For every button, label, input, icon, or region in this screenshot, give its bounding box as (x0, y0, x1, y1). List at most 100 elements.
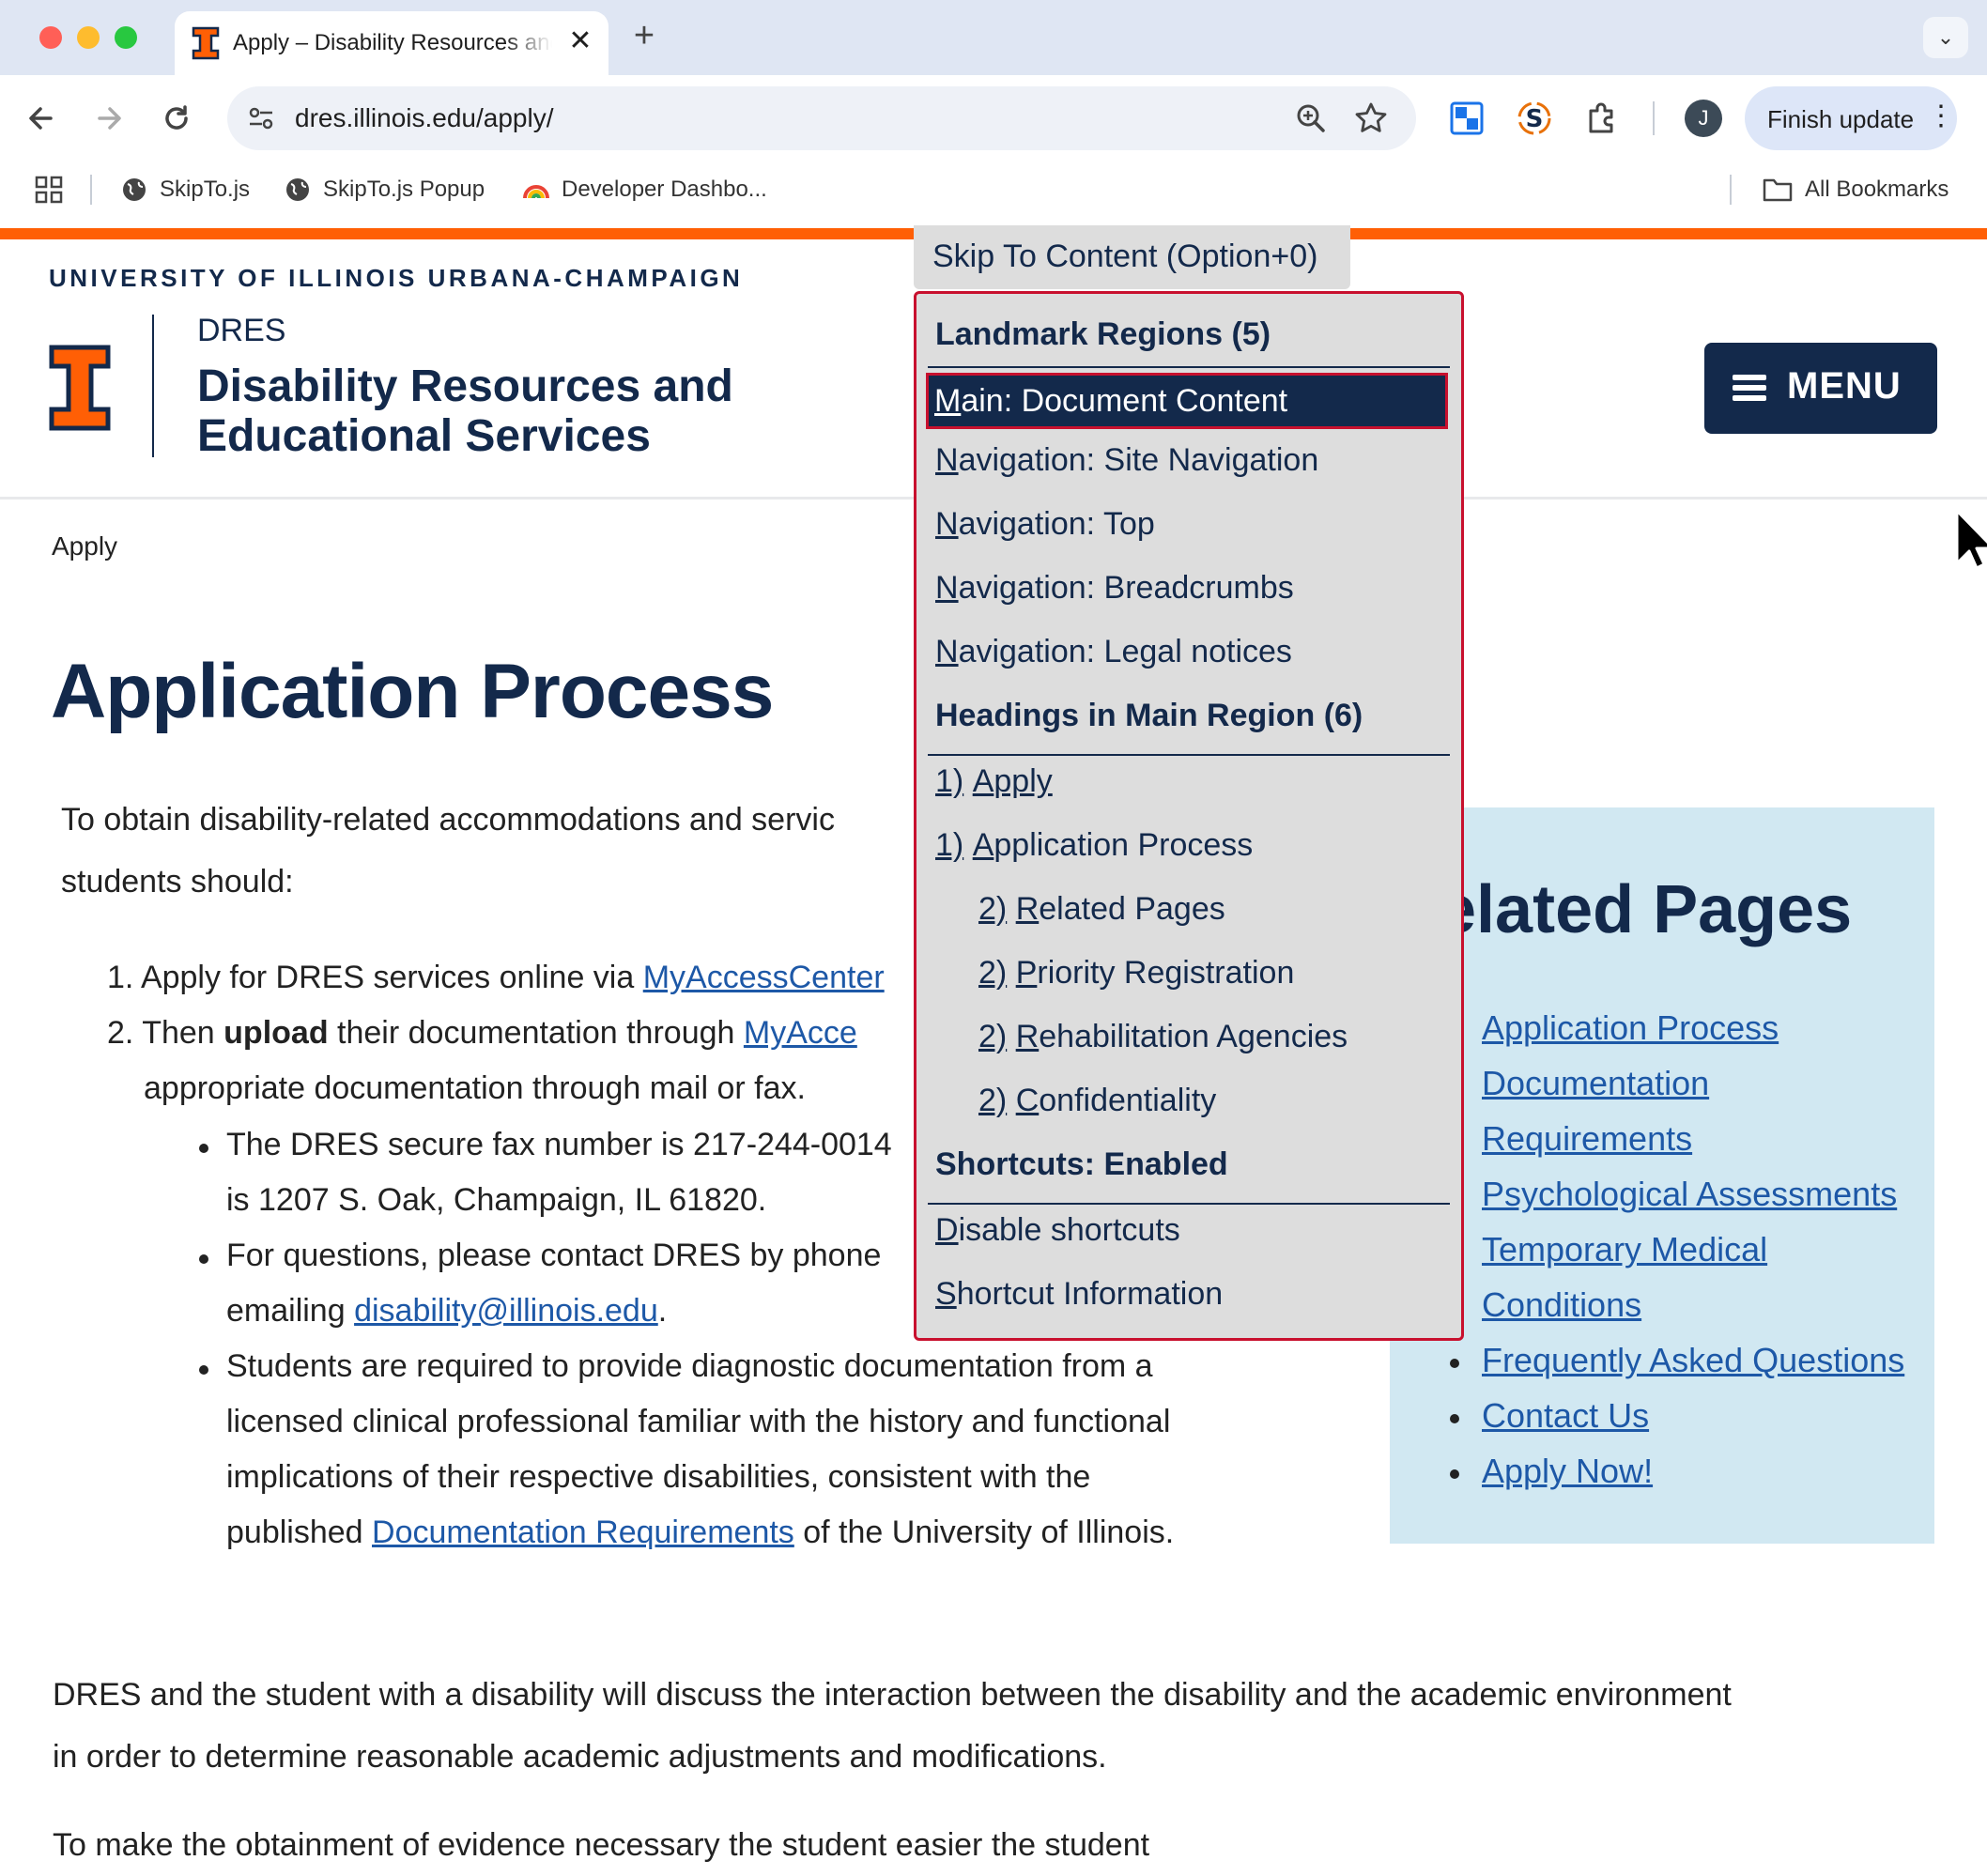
bullet-dot (199, 1254, 208, 1264)
more-vert-icon[interactable]: ⋮ (1927, 101, 1955, 131)
bookmarks-bar: SkipTo.js SkipTo.js Popup Developer Dash… (0, 161, 1987, 228)
tab-title: Apply – Disability Resources and Educati… (233, 30, 552, 55)
all-bookmarks-label: All Bookmarks (1805, 177, 1949, 202)
bullet-documentation: Students are required to provide diagnos… (226, 1339, 1174, 1561)
profile-avatar[interactable]: J (1685, 100, 1722, 137)
back-arrow-icon[interactable] (19, 96, 64, 141)
step-2-text-b: their documentation through (328, 1015, 744, 1051)
bullet-fax-line1: The DRES secure fax number is 217-244-00… (226, 1127, 892, 1162)
intro-line2: students should: (61, 864, 294, 900)
extensions-puzzle-icon[interactable] (1579, 96, 1625, 141)
heading-apply-item[interactable]: 1) Apply (935, 763, 1053, 800)
extension-s-icon[interactable]: S (1512, 96, 1557, 141)
close-window-button[interactable] (39, 26, 62, 49)
step-2-number: 2. (107, 1015, 134, 1051)
group-divider (928, 754, 1450, 756)
page-title: Application Process (51, 649, 774, 734)
minimize-window-button[interactable] (77, 26, 100, 49)
related-link-documentation-line2[interactable]: Requirements (1482, 1111, 1692, 1166)
site-info-icon[interactable] (244, 101, 278, 135)
tab-close-icon[interactable]: ✕ (563, 24, 597, 58)
bookmark-skipto[interactable]: SkipTo.js (120, 171, 250, 208)
disable-shortcuts-item[interactable]: Disable shortcuts (935, 1212, 1180, 1249)
globe-icon (286, 178, 309, 201)
bullet-dot (1450, 1414, 1459, 1423)
unit-title-line1: Disability Resources and (197, 361, 733, 411)
tab-search-button[interactable]: ⌄ (1923, 17, 1968, 58)
related-link-faq[interactable]: Frequently Asked Questions (1482, 1332, 1904, 1388)
new-tab-button[interactable]: + (624, 17, 665, 58)
landmarks-group-label: Landmark Regions (5) (935, 316, 1271, 352)
landmark-legal-notices-item[interactable]: Navigation: Legal notices (935, 634, 1292, 670)
bullet-contact-text: emailing (226, 1293, 355, 1329)
bullet-dot (199, 1144, 208, 1153)
block-i-logo[interactable] (49, 345, 111, 436)
zoom-window-button[interactable] (115, 26, 137, 49)
shortcut-information-item[interactable]: Shortcut Information (935, 1276, 1223, 1313)
related-link-apply-now[interactable]: Apply Now! (1482, 1443, 1653, 1499)
unit-short-name[interactable]: DRES (197, 313, 285, 349)
related-link-application-process[interactable]: Application Process (1482, 1000, 1779, 1055)
bullet-fax: The DRES secure fax number is 217-244-00… (226, 1117, 892, 1228)
related-link-psychological-assessments[interactable]: Psychological Assessments (1482, 1166, 1897, 1222)
bullet-dot (199, 1365, 208, 1375)
illinois-favicon-icon (192, 26, 220, 60)
unit-title-line2: Educational Services (197, 411, 651, 461)
related-link-contact-us[interactable]: Contact Us (1482, 1388, 1649, 1443)
step-1: 1. Apply for DRES services online via My… (107, 950, 885, 1006)
bullet-doc-line1: Students are required to provide diagnos… (226, 1348, 1153, 1384)
heading-application-process-item[interactable]: 1) Application Process (935, 827, 1253, 864)
step-2-line2: appropriate documentation through mail o… (144, 1070, 806, 1106)
extension-screenshot-icon[interactable] (1444, 96, 1489, 141)
heading-rehabilitation-agencies-item[interactable]: 2) Rehabilitation Agencies (978, 1019, 1348, 1055)
all-bookmarks-button[interactable]: All Bookmarks (1762, 171, 1948, 208)
discussion-paragraph: DRES and the student with a disability w… (53, 1664, 1732, 1788)
rainbow-icon (523, 185, 549, 199)
university-wordmark[interactable]: UNIVERSITY OF ILLINOIS URBANA-CHAMPAIGN (49, 264, 743, 293)
bullet-contact-end: . (657, 1293, 668, 1329)
apps-grid-icon[interactable] (34, 171, 75, 208)
heading-related-pages-item[interactable]: 2) Related Pages (978, 891, 1225, 928)
related-link-temporary-medical[interactable]: Temporary Medical (1482, 1222, 1767, 1277)
browser-chrome: Apply – Disability Resources and Educati… (0, 0, 1987, 228)
discussion-line2: in order to determine reasonable academi… (53, 1739, 1107, 1775)
bookmark-developer-dashboard[interactable]: Developer Dashbo... (522, 171, 767, 208)
bullet-doc-text: published (226, 1515, 373, 1550)
hamburger-icon (1733, 371, 1766, 405)
documentation-requirements-link[interactable]: Documentation Requirements (372, 1515, 794, 1550)
heading-priority-registration-item[interactable]: 2) Priority Registration (978, 955, 1294, 992)
unit-title[interactable]: Disability Resources and Educational Ser… (197, 361, 733, 461)
landmark-top-navigation-item[interactable]: Navigation: Top (935, 506, 1155, 543)
bullet-contact: For questions, please contact DRES by ph… (226, 1228, 881, 1339)
step-2-text: Then (142, 1015, 224, 1051)
bullet-dot (1450, 1469, 1459, 1479)
forward-arrow-icon[interactable] (86, 96, 131, 141)
tab-strip: Apply – Disability Resources and Educati… (0, 0, 1987, 75)
landmark-site-navigation-item[interactable]: Navigation: Site Navigation (935, 442, 1318, 479)
address-bar[interactable]: dres.illinois.edu/apply/ (227, 86, 1416, 150)
mouse-cursor-icon (1955, 509, 1987, 585)
skipto-button[interactable]: Skip To Content (Option+0) (914, 225, 1350, 289)
bookmark-star-icon[interactable] (1352, 100, 1390, 137)
breadcrumb: Apply (52, 531, 118, 561)
bookmark-skipto-popup[interactable]: SkipTo.js Popup (284, 171, 485, 208)
myaccesscenter-link[interactable]: MyAccessCenter (643, 960, 885, 995)
finish-update-label: Finish update (1767, 105, 1915, 133)
menu-button[interactable]: MENU (1704, 343, 1937, 434)
finish-update-button[interactable]: Finish update ⋮ (1745, 86, 1957, 150)
landmark-main-item[interactable]: Main: Document Content (926, 373, 1448, 429)
zoom-icon[interactable] (1292, 100, 1330, 137)
email-link[interactable]: disability@illinois.edu (354, 1293, 658, 1329)
myaccesscenter-upload-link[interactable]: MyAcce (744, 1015, 857, 1051)
reload-icon[interactable] (154, 96, 199, 141)
step-2: 2. Then upload their documentation throu… (107, 1006, 857, 1061)
toolbar-divider (1653, 101, 1655, 135)
related-link-temporary-medical-line2[interactable]: Conditions (1482, 1277, 1641, 1332)
active-tab[interactable]: Apply – Disability Resources and Educati… (175, 11, 608, 75)
landmark-breadcrumbs-item[interactable]: Navigation: Breadcrumbs (935, 570, 1294, 607)
heading-confidentiality-item[interactable]: 2) Confidentiality (978, 1083, 1216, 1119)
related-link-documentation[interactable]: Documentation (1482, 1055, 1709, 1111)
bookmarks-divider (1730, 175, 1732, 205)
globe-icon (123, 178, 146, 201)
landmark-main-label: Main: Document Content (934, 383, 1288, 419)
